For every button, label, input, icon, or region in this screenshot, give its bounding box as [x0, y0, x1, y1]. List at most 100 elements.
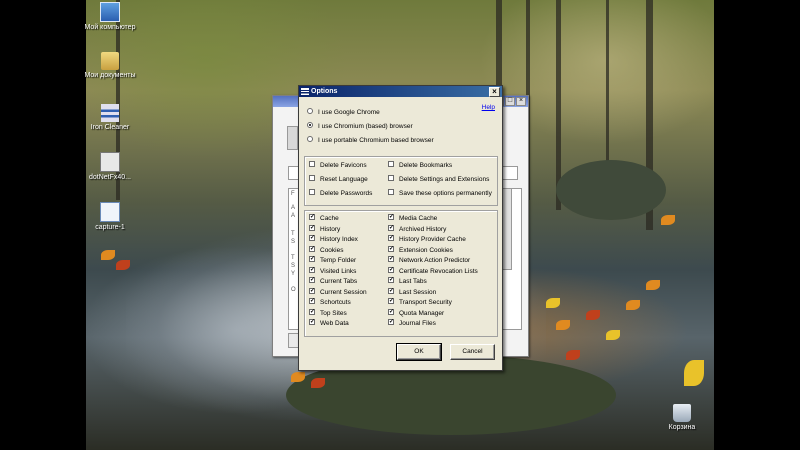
desktop-icon-label: capture-1 [95, 224, 125, 231]
clean-item-checkbox[interactable]: ✓ Schortcuts [309, 298, 351, 307]
checkbox[interactable]: ✓ [309, 224, 315, 231]
checkbox[interactable]: ✓ [309, 266, 315, 273]
checkbox[interactable]: ✓ [309, 308, 315, 315]
settings-checkbox[interactable]: Save these options permanently [388, 189, 492, 198]
checkbox[interactable]: ✓ [388, 214, 394, 221]
dotnet-installer-icon[interactable]: dotNetFx40... [74, 152, 146, 182]
clean-item-checkbox[interactable]: ✓ History Index [309, 235, 358, 244]
clean-item-checkbox[interactable]: ✓ Visited Links [309, 266, 357, 276]
option-label: Last Tabs [399, 278, 427, 285]
option-label: History Index [320, 236, 358, 243]
option-label: Current Tabs [320, 278, 358, 285]
checkbox[interactable]: ✓ [309, 277, 315, 284]
clean-item-checkbox[interactable]: ✓ Cookies [309, 245, 344, 255]
my-documents-icon[interactable]: Мои документы [74, 52, 146, 80]
main-window-toolbar-box [287, 126, 298, 150]
checkbox[interactable]: ✓ [309, 214, 315, 221]
settings-checkbox[interactable]: Reset Language [309, 175, 368, 184]
maximize-icon[interactable]: □ [505, 97, 515, 106]
option-label: Network Action Predictor [399, 257, 471, 264]
checkbox[interactable]: ✓ [388, 319, 394, 326]
desktop-icon-label: dotNetFx40... [88, 174, 132, 181]
option-label: Journal Files [399, 320, 436, 327]
main-window-text: Y [291, 271, 296, 277]
clean-item-checkbox[interactable]: ✓ History [309, 224, 340, 234]
settings-checkbox[interactable]: Delete Favicons [309, 161, 367, 170]
main-window-text: A [291, 213, 296, 219]
checkbox[interactable]: ✓ [309, 256, 315, 263]
option-label: Delete Favicons [320, 162, 367, 169]
checkbox[interactable] [309, 175, 315, 182]
settings-checkbox[interactable]: Delete Bookmarks [388, 161, 453, 170]
clean-item-checkbox[interactable]: ✓ Last Session [388, 287, 436, 297]
clean-item-checkbox[interactable]: ✓ Extension Cookies [388, 245, 453, 255]
ok-button[interactable]: OK [396, 343, 442, 361]
option-label: Delete Passwords [320, 190, 373, 197]
option-label: Visited Links [320, 267, 357, 275]
checkbox[interactable]: ✓ [388, 245, 394, 252]
clean-item-checkbox[interactable]: ✓ Web Data [309, 319, 349, 328]
checkbox[interactable]: ✓ [388, 277, 394, 284]
checkbox[interactable]: ✓ [309, 245, 315, 252]
option-label: Quota Manager [399, 309, 445, 317]
clean-item-checkbox[interactable]: ✓ Certificate Revocation Lists [388, 266, 478, 276]
desktop-icon-label: Корзина [668, 424, 696, 431]
my-computer-icon[interactable]: Мой компьютер [74, 2, 146, 32]
iron-cleaner-icon[interactable]: Iron Cleaner [74, 104, 146, 132]
clean-item-checkbox[interactable]: ✓ Network Action Predictor [388, 256, 471, 265]
dialog-titlebar[interactable]: Options × [299, 86, 502, 97]
option-label: Media Cache [399, 215, 438, 222]
option-label: Save these options permanently [399, 190, 492, 197]
checkbox[interactable]: ✓ [309, 319, 315, 326]
clean-item-checkbox[interactable]: ✓ Current Tabs [309, 277, 358, 286]
cancel-button[interactable]: Cancel [450, 344, 495, 360]
settings-checkbox[interactable]: Delete Settings and Extensions [388, 175, 489, 184]
checkbox[interactable]: ✓ [388, 224, 394, 231]
checkbox[interactable]: ✓ [388, 287, 394, 294]
clean-item-checkbox[interactable]: ✓ Archived History [388, 224, 446, 234]
capture-file-icon[interactable]: capture-1 [74, 202, 146, 232]
close-icon[interactable]: × [516, 97, 526, 106]
checkbox[interactable]: ✓ [309, 287, 315, 294]
clean-item-checkbox[interactable]: ✓ Transport Security [388, 298, 452, 307]
checkbox[interactable] [309, 189, 315, 196]
main-window-text: T [291, 255, 295, 261]
clean-item-checkbox[interactable]: ✓ Temp Folder [309, 256, 357, 265]
option-label: Temp Folder [320, 257, 357, 264]
radio-button[interactable] [307, 136, 313, 143]
checkbox[interactable] [388, 189, 394, 196]
clean-item-checkbox[interactable]: ✓ Cache [309, 214, 339, 223]
clean-item-checkbox[interactable]: ✓ Quota Manager [388, 308, 445, 318]
help-link[interactable]: Help [482, 104, 495, 111]
clean-item-checkbox[interactable]: ✓ Media Cache [388, 214, 438, 223]
close-icon[interactable]: × [489, 87, 500, 97]
checkbox[interactable] [388, 175, 394, 182]
clean-item-checkbox[interactable]: ✓ Top Sites [309, 308, 347, 318]
radio-button[interactable] [307, 122, 313, 129]
main-window-text: O [291, 287, 296, 293]
desktop-icon-label: Мой компьютер [84, 24, 136, 31]
checkbox[interactable] [309, 161, 315, 168]
clean-item-checkbox[interactable]: ✓ Last Tabs [388, 277, 427, 286]
browser-option-radio[interactable]: I use portable Chromium based browser [307, 136, 434, 145]
clean-item-checkbox[interactable]: ✓ Journal Files [388, 319, 436, 328]
option-label: Reset Language [320, 176, 368, 183]
checkbox[interactable]: ✓ [388, 308, 394, 315]
radio-button[interactable] [307, 108, 313, 115]
option-label: Cookies [320, 246, 344, 254]
checkbox[interactable] [388, 161, 394, 168]
clean-item-checkbox[interactable]: ✓ Current Session [309, 287, 367, 297]
option-label: I use Chromium (based) browser [318, 123, 413, 130]
checkbox[interactable]: ✓ [309, 298, 315, 305]
browser-option-radio[interactable]: I use Chromium (based) browser [307, 122, 413, 131]
checkbox[interactable]: ✓ [388, 298, 394, 305]
checkbox[interactable]: ✓ [388, 235, 394, 242]
option-label: Delete Bookmarks [399, 162, 453, 169]
recycle-bin-icon[interactable]: Корзина [646, 404, 718, 432]
settings-checkbox[interactable]: Delete Passwords [309, 189, 373, 198]
checkbox[interactable]: ✓ [309, 235, 315, 242]
checkbox[interactable]: ✓ [388, 256, 394, 263]
checkbox[interactable]: ✓ [388, 266, 394, 273]
clean-item-checkbox[interactable]: ✓ History Provider Cache [388, 235, 466, 244]
browser-option-radio[interactable]: I use Google Chrome [307, 108, 380, 117]
